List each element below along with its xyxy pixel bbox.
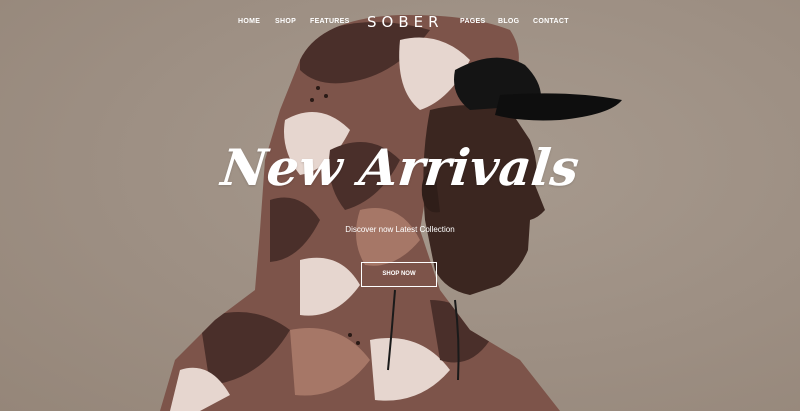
brand-logo[interactable]: SOBER bbox=[367, 13, 439, 31]
hero-section: HOME SHOP FEATURES SOBER PAGES BLOG CONT… bbox=[0, 0, 800, 411]
shop-now-button[interactable]: SHOP NOW bbox=[361, 262, 437, 287]
nav-item-pages[interactable]: PAGES bbox=[460, 18, 486, 25]
main-nav: HOME SHOP FEATURES SOBER PAGES BLOG CONT… bbox=[0, 0, 800, 46]
hero-subtitle: Discover now Latest Collection bbox=[345, 225, 455, 234]
hero-model-image bbox=[160, 14, 622, 411]
nav-item-shop[interactable]: SHOP bbox=[275, 18, 296, 25]
nav-item-contact[interactable]: CONTACT bbox=[533, 18, 569, 25]
nav-item-features[interactable]: FEATURES bbox=[310, 18, 350, 25]
hero-title: New Arrivals bbox=[218, 138, 582, 197]
nav-item-blog[interactable]: BLOG bbox=[498, 18, 519, 25]
nav-item-home[interactable]: HOME bbox=[238, 18, 260, 25]
